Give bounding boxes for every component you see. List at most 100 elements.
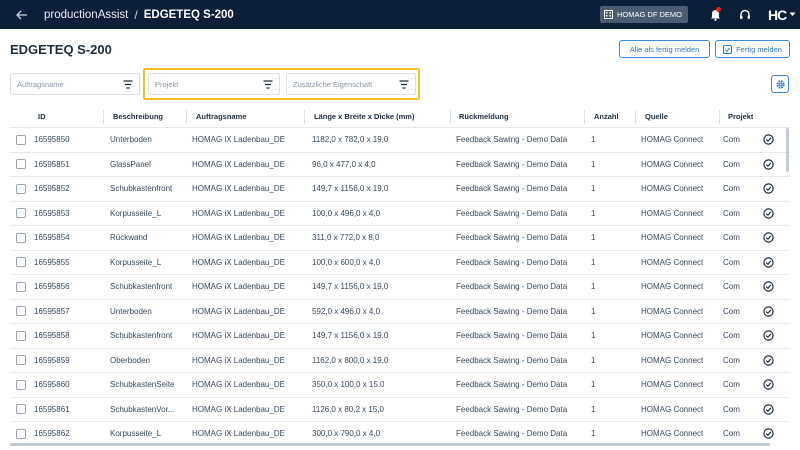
column-header-beschreibung[interactable]: Beschreibung	[113, 112, 163, 121]
column-header-masse[interactable]: Länge x Breite x Dicke (mm)	[314, 112, 414, 121]
column-header-rueckmeldung[interactable]: Rückmeldung	[459, 112, 509, 121]
check-circle-icon[interactable]	[763, 428, 774, 439]
column-header-id[interactable]: ID	[38, 112, 46, 121]
cell-rueckmeldung: Feedback Sawing - Demo Data	[456, 429, 568, 439]
check-circle-icon[interactable]	[763, 355, 774, 366]
row-checkbox[interactable]	[16, 355, 26, 366]
row-checkbox[interactable]	[16, 183, 26, 194]
check-circle-icon[interactable]	[763, 404, 774, 415]
table-row[interactable]: 16595859 Oberboden HOMAG iX Ladenbau_DE 116…	[10, 349, 790, 373]
cell-quelle: HOMAG Connect	[641, 429, 704, 439]
row-checkbox[interactable]	[16, 379, 26, 390]
breadcrumb-current: EDGETEQ S-200	[143, 8, 234, 21]
filter-auftragsname-placeholder: Auftragsname	[17, 79, 64, 89]
vertical-scrollbar[interactable]	[786, 128, 790, 442]
table-row[interactable]: 16595851 GlassPanel HOMAG iX Ladenbau_DE 96…	[10, 153, 790, 177]
check-circle-icon[interactable]	[763, 208, 774, 219]
cell-projekt: Com	[723, 331, 740, 341]
cell-id: 16595851	[34, 159, 70, 169]
table-row[interactable]: 16595855 Korpusseite_L HOMAG iX Ladenbau_D…	[10, 251, 790, 275]
cell-anzahl: 1	[591, 233, 596, 243]
cell-beschreibung: Korpusseite_L	[110, 208, 162, 218]
table-settings-button[interactable]	[771, 75, 789, 93]
table-row[interactable]: 16595861 SchubkastenVor... HOMAG iX Ladenb…	[10, 398, 790, 422]
column-header-anzahl[interactable]: Anzahl	[594, 112, 619, 121]
check-circle-icon[interactable]	[763, 306, 774, 317]
check-circle-icon[interactable]	[763, 379, 774, 390]
breadcrumb-separator: /	[134, 7, 138, 22]
building-icon	[604, 10, 613, 19]
table-row[interactable]: 16595862 Korpusseite_L HOMAG iX Ladenbau_D…	[10, 422, 790, 442]
column-header-quelle[interactable]: Quelle	[645, 112, 668, 121]
logo-text: HC	[768, 6, 787, 23]
cell-beschreibung: Oberboden	[110, 355, 151, 365]
cell-beschreibung: SchubkastenVor...	[110, 404, 175, 414]
row-checkbox[interactable]	[16, 330, 26, 341]
row-checkbox[interactable]	[16, 281, 26, 292]
table-row[interactable]: 16595860 SchubkastenSeite HOMAG iX Ladenba…	[10, 373, 790, 398]
check-circle-icon[interactable]	[763, 257, 774, 268]
filter-auftragsname[interactable]: Auftragsname	[10, 73, 140, 95]
table-row[interactable]: 16595856 Schubkastenfront HOMAG iX Ladenba…	[10, 275, 790, 300]
table-header-row: ID Beschreibung Auftragsname Länge x Bre…	[10, 106, 790, 128]
cell-beschreibung: Korpusseite_L	[110, 429, 162, 439]
cell-auftragsname: HOMAG iX Ladenbau_DE	[192, 331, 285, 341]
cell-masse: 592,0 x 496,0 x 4,0	[312, 306, 381, 316]
mark-all-done-button[interactable]: Alle als fertig melden	[619, 40, 710, 58]
notifications-button[interactable]	[700, 0, 730, 29]
device-selector[interactable]: HOMAG DF DEMO	[600, 6, 688, 23]
notification-dot	[716, 7, 721, 12]
row-checkbox[interactable]	[16, 257, 26, 268]
check-circle-icon[interactable]	[763, 159, 774, 170]
app-logo[interactable]: HC	[760, 0, 800, 29]
row-checkbox[interactable]	[16, 404, 26, 415]
jobs-table: ID Beschreibung Auftragsname Länge x Bre…	[10, 106, 790, 442]
table-row[interactable]: 16595852 Schubkastenfront HOMAG iX Ladenba…	[10, 177, 790, 202]
cell-projekt: Com	[723, 380, 740, 390]
cell-projekt: Com	[723, 184, 740, 194]
row-checkbox[interactable]	[16, 134, 26, 145]
row-checkbox[interactable]	[16, 232, 26, 243]
table-row[interactable]: 16595857 Unterboden HOMAG iX Ladenbau_DE 59…	[10, 300, 790, 324]
row-checkbox[interactable]	[16, 159, 26, 170]
column-header-projekt[interactable]: Projekt	[728, 112, 753, 121]
check-circle-icon[interactable]	[763, 232, 774, 243]
cell-beschreibung: Rückwand	[110, 233, 148, 243]
mark-done-button[interactable]: Fertig melden	[715, 40, 790, 58]
cell-id: 16595862	[34, 429, 70, 439]
check-circle-icon[interactable]	[763, 134, 774, 145]
cell-auftragsname: HOMAG iX Ladenbau_DE	[192, 233, 285, 243]
table-row[interactable]: 16595850 Unterboden HOMAG iX Ladenbau_DE 11…	[10, 128, 790, 153]
breadcrumb-app[interactable]: productionAssist	[44, 9, 128, 21]
cell-beschreibung: Schubkastenfront	[110, 282, 173, 292]
check-circle-icon[interactable]	[763, 281, 774, 292]
cell-projekt: Com	[723, 282, 740, 292]
chevron-down-icon	[789, 12, 796, 16]
column-divider	[103, 110, 104, 124]
cell-quelle: HOMAG Connect	[641, 233, 704, 243]
check-circle-icon[interactable]	[763, 330, 774, 341]
cell-anzahl: 1	[591, 282, 596, 292]
cell-auftragsname: HOMAG iX Ladenbau_DE	[192, 208, 285, 218]
back-button[interactable]	[0, 0, 44, 29]
horizontal-scroll-thumb[interactable]	[10, 443, 770, 446]
table-row[interactable]: 16595854 Rückwand HOMAG iX Ladenbau_DE 311,…	[10, 226, 790, 251]
table-row[interactable]: 16595858 Schubkastenfront HOMAG iX Ladenba…	[10, 324, 790, 349]
mark-done-label: Fertig melden	[736, 44, 782, 54]
filter-icon[interactable]	[123, 80, 133, 89]
horizontal-scrollbar[interactable]	[10, 443, 780, 447]
cell-quelle: HOMAG Connect	[641, 331, 704, 341]
row-checkbox[interactable]	[16, 306, 26, 317]
column-divider	[584, 110, 585, 124]
table-row[interactable]: 16595853 Korpusseite_L HOMAG iX Ladenbau_D…	[10, 202, 790, 226]
check-circle-icon[interactable]	[763, 183, 774, 194]
column-divider	[450, 110, 451, 124]
cell-auftragsname: HOMAG iX Ladenbau_DE	[192, 282, 285, 292]
cell-id: 16595856	[34, 282, 70, 292]
vertical-scroll-thumb[interactable]	[786, 128, 789, 172]
row-checkbox[interactable]	[16, 428, 26, 439]
support-button[interactable]	[730, 0, 760, 29]
cell-anzahl: 1	[591, 429, 596, 439]
row-checkbox[interactable]	[16, 208, 26, 219]
column-header-auftragsname[interactable]: Auftragsname	[196, 112, 246, 121]
